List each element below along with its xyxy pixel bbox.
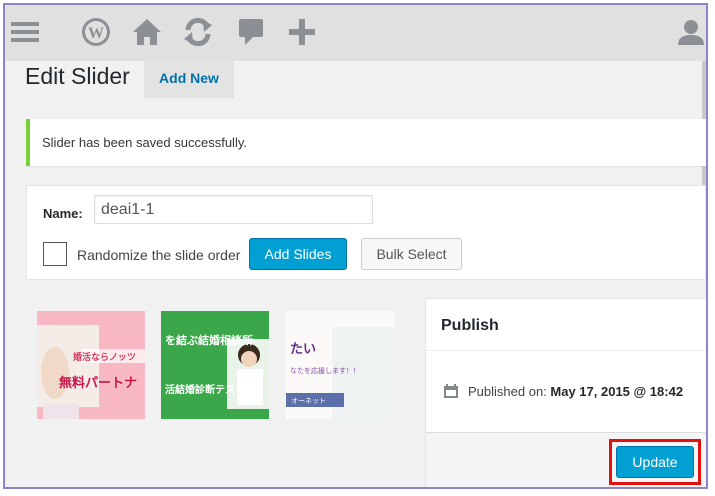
randomize-checkbox[interactable] (43, 242, 67, 266)
bulk-select-button[interactable]: Bulk Select (361, 238, 462, 270)
menu-icon[interactable] (7, 15, 43, 49)
add-slides-button[interactable]: Add Slides (249, 238, 347, 270)
slide-text-1: たい (290, 342, 316, 357)
user-icon[interactable] (673, 15, 708, 49)
slide-image: を結ぶ結婚相談所 活結婚診断テスト (161, 311, 269, 419)
slide-text-2: 活結婚診断テスト (165, 383, 245, 396)
name-label: Name: (43, 206, 83, 221)
home-icon[interactable] (129, 15, 165, 49)
main-content: Edit Slider Add New Slider has been save… (5, 61, 706, 487)
plus-icon[interactable] (284, 15, 320, 49)
notice-message: Slider has been saved successfully. (42, 135, 247, 150)
slide-text-2: 無料パートナ (59, 375, 137, 391)
update-button[interactable]: Update (616, 446, 694, 478)
randomize-label: Randomize the slide order (77, 247, 241, 263)
published-on-value: May 17, 2015 @ 18:42 (550, 384, 684, 399)
published-on: Published on: May 17, 2015 @ 18:42 (468, 384, 683, 399)
slide-thumbnail[interactable]: 婚活ならノッツ 無料パートナ (37, 311, 145, 419)
published-on-label: Published on: (468, 384, 547, 399)
publish-title: Publish (441, 317, 499, 334)
svg-text:W: W (88, 25, 104, 42)
admin-bar: W (5, 5, 706, 61)
divider (426, 350, 706, 351)
page-title: Edit Slider (25, 63, 130, 89)
add-new-button[interactable]: Add New (144, 61, 234, 98)
success-notice: Slider has been saved successfully. (26, 119, 706, 166)
slide-image: たい なたを応援します！！ オーネット (286, 311, 394, 419)
slide-text-3: オーネット (291, 397, 326, 405)
slide-image: 婚活ならノッツ 無料パートナ (37, 311, 145, 419)
slide-thumbnail[interactable]: を結ぶ結婚相談所 活結婚診断テスト (161, 311, 269, 419)
comment-icon[interactable] (233, 15, 269, 49)
wordpress-logo-icon[interactable]: W (78, 15, 114, 49)
slide-text-2: なたを応援します！！ (290, 366, 360, 375)
slider-name-input[interactable] (94, 195, 373, 224)
slide-thumbnail[interactable]: たい なたを応援します！！ オーネット (286, 311, 394, 419)
screenshot-frame: W Edit Slider Add New Slider has been sa… (3, 3, 708, 489)
slider-settings-box: Name: Randomize the slide order Add Slid… (26, 185, 706, 280)
slide-text-1: 婚活ならノッツ (73, 351, 136, 363)
refresh-icon[interactable] (180, 15, 216, 49)
slide-text-1: を結ぶ結婚相談所 (165, 333, 253, 347)
calendar-icon (444, 384, 458, 398)
